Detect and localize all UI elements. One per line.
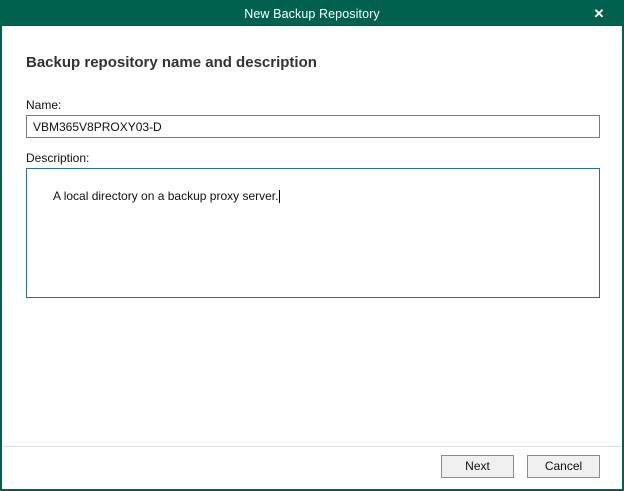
name-input[interactable] xyxy=(26,115,600,138)
description-label: Description: xyxy=(26,151,600,165)
page-title: Backup repository name and description xyxy=(26,54,600,71)
titlebar[interactable]: New Backup Repository ✕ xyxy=(2,2,622,26)
window-title: New Backup Repository xyxy=(2,2,622,26)
dialog-window: New Backup Repository ✕ Backup repositor… xyxy=(0,0,624,491)
name-label: Name: xyxy=(26,98,600,112)
close-icon: ✕ xyxy=(594,6,605,21)
footer: Next Cancel xyxy=(2,447,622,489)
text-caret xyxy=(279,190,280,203)
description-text: A local directory on a backup proxy serv… xyxy=(53,189,278,203)
description-textarea[interactable]: A local directory on a backup proxy serv… xyxy=(26,168,600,298)
cancel-button[interactable]: Cancel xyxy=(527,455,600,478)
dialog-content: Backup repository name and description N… xyxy=(2,26,622,446)
close-button[interactable]: ✕ xyxy=(576,2,622,26)
next-button[interactable]: Next xyxy=(441,455,514,478)
